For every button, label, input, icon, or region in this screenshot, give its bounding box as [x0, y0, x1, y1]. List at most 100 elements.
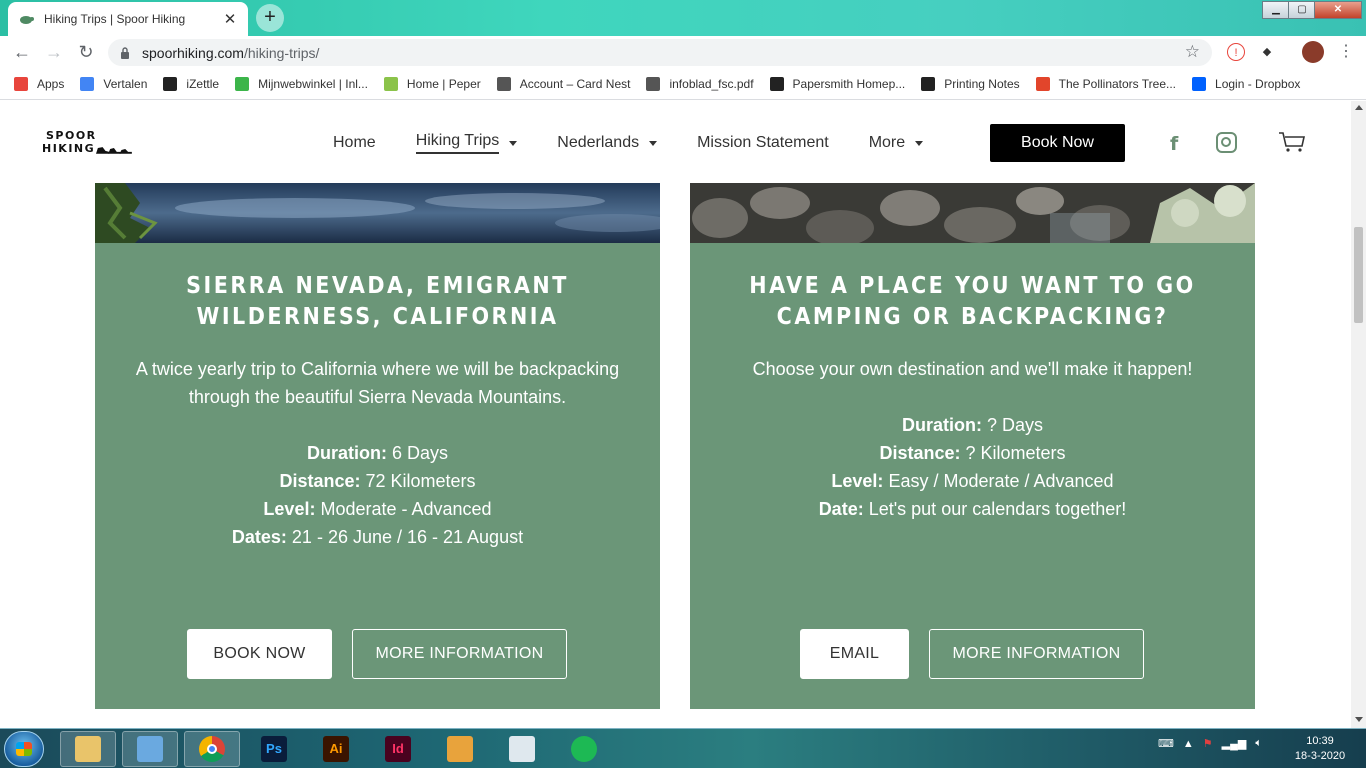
instagram-icon[interactable]	[1216, 132, 1237, 153]
close-window-button[interactable]: ✕	[1314, 1, 1362, 19]
windows-taskbar: Ps Ai Id ⌨ ▲ ⚑ ▂▄▆ 🔈︎ 10:39 18-3-2020	[0, 728, 1366, 768]
more-information-button[interactable]: MORE INFORMATION	[929, 629, 1144, 679]
bookmark-label: iZettle	[186, 76, 220, 91]
cardnest-icon	[496, 76, 511, 91]
taskbar-app-illustrator[interactable]: Ai	[308, 731, 364, 767]
shopping-cart-icon[interactable]	[1278, 131, 1306, 153]
site-logo[interactable]: SPOOR HIKING	[42, 129, 132, 155]
menu-kebab-icon[interactable]: ⋮	[1334, 40, 1358, 64]
bookmark-item[interactable]: infoblad_fsc.pdf	[646, 76, 754, 91]
bookmark-label: Account – Card Nest	[519, 76, 631, 91]
system-clock[interactable]: 10:39 18-3-2020	[1290, 734, 1350, 764]
nav-item-hiking-trips[interactable]: Hiking Trips	[415, 132, 518, 154]
browser-tabstrip: Hiking Trips | Spoor Hiking ✕ + ▁ ▢ ✕	[0, 0, 1366, 36]
bookmark-label: Papersmith Homep...	[792, 76, 906, 91]
taskbar-app-chrome[interactable]	[184, 731, 240, 767]
bookmark-item[interactable]: Apps	[14, 76, 64, 91]
volume-icon[interactable]: 🔈︎	[1255, 737, 1262, 750]
reload-icon[interactable]: ↻	[74, 40, 98, 64]
izettle-icon	[163, 76, 178, 91]
bookmark-item[interactable]: Vertalen	[80, 76, 148, 91]
taskbar-app-paint[interactable]	[432, 731, 488, 767]
start-button[interactable]	[4, 731, 44, 767]
bookmark-label: Login - Dropbox	[1215, 76, 1301, 91]
minimize-button[interactable]: ▁	[1262, 1, 1290, 19]
bookmark-item[interactable]: Mijnwebwinkel | Inl...	[235, 76, 368, 91]
extension-icon-1[interactable]: !	[1227, 43, 1245, 61]
taskbar-app-spotify[interactable]	[556, 731, 612, 767]
clock-time: 10:39	[1306, 735, 1334, 747]
card-description: Choose your own destination and we'll ma…	[752, 359, 1193, 379]
close-tab-icon[interactable]: ✕	[222, 10, 238, 28]
spotify-icon	[571, 736, 597, 762]
mijnwebwinkel-icon	[235, 76, 250, 91]
dropdown-caret-icon	[649, 140, 658, 146]
taskbar-app-mail[interactable]	[122, 731, 178, 767]
address-toolbar: ← → ↻ spoorhiking.com/hiking-trips/ ☆ ! …	[0, 36, 1366, 68]
bookmark-star-icon[interactable]: ☆	[1185, 42, 1200, 62]
scrollbar-thumb[interactable]	[1354, 227, 1363, 323]
book-now-card-button[interactable]: BOOK NOW	[187, 629, 332, 679]
nav-item-mission-statement[interactable]: Mission Statement	[697, 134, 829, 152]
action-center-flag-icon[interactable]: ⚑	[1203, 737, 1213, 750]
bookmark-item[interactable]: Papersmith Homep...	[769, 76, 906, 91]
nav-item-home[interactable]: Home	[333, 134, 376, 152]
card-title: Sierra Nevada, Emigrant Wilderness, Cali…	[186, 273, 569, 330]
system-tray: ⌨ ▲ ⚑ ▂▄▆ 🔈︎	[1158, 737, 1262, 750]
trip-details: Duration: 6 Days Distance: 72 Kilometers…	[115, 439, 640, 551]
hiking-boots-logo-icon	[96, 146, 132, 154]
url-bar[interactable]: spoorhiking.com/hiking-trips/ ☆	[108, 39, 1212, 66]
pollinators-icon	[1035, 76, 1050, 91]
taskbar-app-calculator[interactable]	[494, 731, 550, 767]
keyboard-icon[interactable]: ⌨	[1158, 737, 1174, 750]
extension-icon-2[interactable]: ◆	[1258, 43, 1276, 61]
facebook-icon[interactable]: f	[1170, 133, 1178, 155]
bookmark-item[interactable]: Account – Card Nest	[496, 76, 631, 91]
bookmark-label: The Pollinators Tree...	[1058, 76, 1177, 91]
detail-distance: Distance: 72 Kilometers	[279, 471, 476, 491]
detail-duration: Duration: 6 Days	[306, 443, 449, 463]
profile-avatar[interactable]	[1302, 41, 1324, 63]
nav-item-more[interactable]: More	[869, 134, 924, 152]
lake-photo	[95, 183, 660, 243]
maximize-button[interactable]: ▢	[1288, 1, 1316, 19]
page-scrollbar[interactable]	[1351, 101, 1366, 728]
bookmark-label: Vertalen	[103, 76, 148, 91]
taskbar-app-explorer[interactable]	[60, 731, 116, 767]
taskbar-app-indesign[interactable]: Id	[370, 731, 426, 767]
show-hidden-icons-arrow-icon[interactable]: ▲	[1183, 738, 1194, 750]
scroll-down-arrow-icon[interactable]	[1355, 717, 1363, 722]
back-arrow-icon[interactable]: ←	[10, 40, 34, 64]
calculator-icon	[509, 736, 535, 762]
email-button[interactable]: EMAIL	[800, 629, 909, 679]
bookmark-item[interactable]: Home | Peper	[383, 76, 481, 91]
trip-card-sierra-nevada: Sierra Nevada, Emigrant Wilderness, Cali…	[95, 183, 660, 709]
detail-date: Date: Let's put our calendars together!	[818, 499, 1127, 519]
forward-arrow-icon[interactable]: →	[42, 40, 66, 64]
detail-distance: Distance: ? Kilometers	[879, 443, 1066, 463]
new-tab-button[interactable]: +	[256, 4, 284, 32]
main-navigation: Home Hiking Trips Nederlands Mission Statem…	[333, 132, 963, 154]
url-path: /hiking-trips/	[243, 44, 320, 61]
bookmark-item[interactable]: Printing Notes	[921, 76, 1020, 91]
bookmark-item[interactable]: Login - Dropbox	[1192, 76, 1301, 91]
bookmark-item[interactable]: iZettle	[163, 76, 220, 91]
printing-notes-icon	[921, 76, 936, 91]
dropdown-caret-icon	[509, 140, 518, 146]
browser-tab-active[interactable]: Hiking Trips | Spoor Hiking ✕	[8, 2, 248, 36]
lock-icon	[121, 46, 129, 59]
more-information-button[interactable]: MORE INFORMATION	[352, 629, 567, 679]
nav-item-nederlands[interactable]: Nederlands	[557, 134, 658, 152]
dropbox-icon	[1192, 76, 1207, 91]
card-title: Have a place you want to go camping or b…	[749, 273, 1196, 330]
network-signal-icon[interactable]: ▂▄▆	[1222, 737, 1247, 750]
detail-dates: Dates: 21 - 26 June / 16 - 21 August	[231, 527, 524, 547]
book-now-button[interactable]: Book Now	[990, 124, 1125, 162]
nav-item-label: Mission Statement	[697, 134, 829, 151]
indesign-icon: Id	[385, 736, 411, 762]
taskbar-app-photoshop[interactable]: Ps	[246, 731, 302, 767]
scroll-up-arrow-icon[interactable]	[1355, 105, 1363, 110]
explorer-icon	[75, 736, 101, 762]
dropdown-caret-icon	[915, 140, 924, 146]
bookmark-item[interactable]: The Pollinators Tree...	[1035, 76, 1177, 91]
